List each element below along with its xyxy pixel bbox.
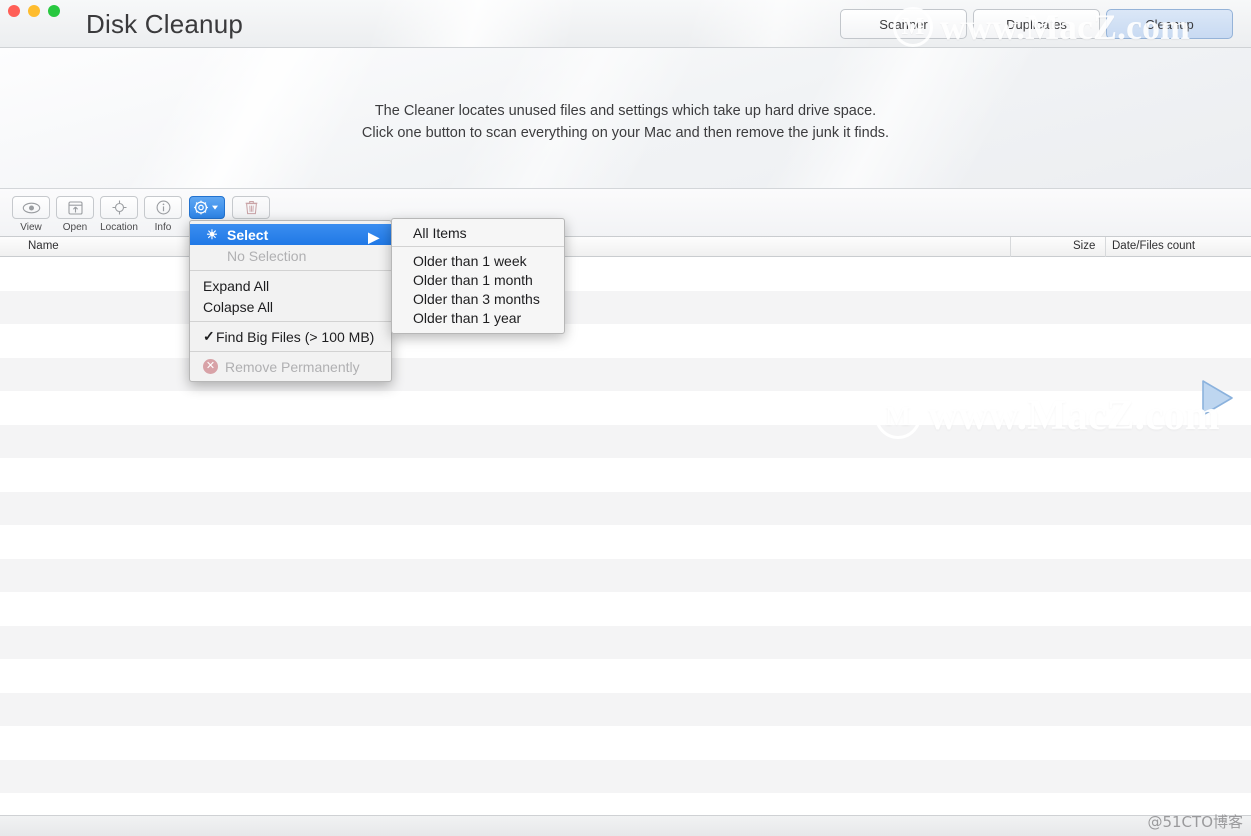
submenu-item-older-1-year-label: Older than 1 year	[413, 309, 522, 326]
hero-banner: The Cleaner locates unused files and set…	[0, 48, 1251, 189]
select-submenu: All Items Older than 1 week Older than 1…	[391, 218, 565, 334]
table-row[interactable]	[0, 659, 1251, 693]
gear-dropdown-icon	[194, 200, 218, 215]
menu-separator	[190, 321, 391, 322]
toolbar-button-open[interactable]: Open	[56, 196, 94, 233]
table-row[interactable]	[0, 324, 1251, 358]
open-window-icon-box	[56, 196, 94, 219]
table-header-row: Name Size Date/Files count	[0, 237, 1251, 257]
table-row[interactable]	[0, 491, 1251, 525]
submenu-item-all-items[interactable]: All Items	[392, 223, 564, 242]
submenu-item-older-1-year[interactable]: Older than 1 year	[392, 308, 564, 327]
mode-segmented-control: Scanner Duplicates Cleanup	[840, 9, 1233, 39]
traffic-light-buttons	[8, 5, 60, 17]
submenu-item-older-3-months[interactable]: Older than 3 months	[392, 289, 564, 308]
hero-line-2: Click one button to scan everything on y…	[361, 125, 890, 141]
close-button[interactable]	[8, 5, 20, 17]
hero-line-1: The Cleaner locates unused files and set…	[374, 103, 877, 119]
gear-icon-box	[189, 196, 225, 219]
table-row[interactable]	[0, 558, 1251, 592]
menu-item-collapse-all-label: Colapse All	[203, 298, 274, 315]
menu-separator	[190, 270, 391, 271]
toolbar-button-info[interactable]: Info	[144, 196, 182, 233]
toolbar-button-location[interactable]: Location	[100, 196, 138, 233]
crosshair-icon-box	[100, 196, 138, 219]
tab-cleanup[interactable]: Cleanup	[1106, 9, 1233, 39]
tab-duplicates[interactable]: Duplicates	[973, 9, 1100, 39]
eye-icon	[22, 202, 40, 213]
hero-description: The Cleaner locates unused files and set…	[0, 100, 1251, 144]
remove-x-icon: ✕	[203, 359, 218, 374]
info-icon-box	[144, 196, 182, 219]
bulb-icon: ☀	[206, 226, 218, 242]
submenu-item-older-3-months-label: Older than 3 months	[413, 290, 540, 307]
menu-item-remove-permanently-label: Remove Permanently	[225, 358, 360, 375]
submenu-item-all-items-label: All Items	[413, 224, 467, 241]
table-row[interactable]	[0, 424, 1251, 458]
menu-separator	[190, 351, 391, 352]
menu-item-no-selection: No Selection	[190, 245, 391, 266]
table-row[interactable]	[0, 692, 1251, 726]
gear-dropdown-menu: ☀ Select ▶ No Selection Expand All Colap…	[189, 220, 392, 382]
table-row[interactable]	[0, 290, 1251, 324]
table-row[interactable]	[0, 357, 1251, 391]
submenu-item-older-1-month-label: Older than 1 month	[413, 271, 533, 288]
toolbar-label-location: Location	[100, 222, 138, 233]
status-bar	[0, 815, 1251, 836]
toolbar-label-open: Open	[62, 222, 88, 233]
toolbar-label-info: Info	[154, 222, 172, 233]
menu-item-expand-all-label: Expand All	[203, 277, 270, 294]
disk-cleanup-window: Disk Cleanup Scanner Duplicates Cleanup …	[0, 0, 1251, 836]
submenu-item-older-1-week-label: Older than 1 week	[413, 252, 527, 269]
toolbar: View Open Location Info	[0, 189, 1251, 416]
column-divider-1[interactable]	[1010, 237, 1011, 257]
menu-item-expand-all[interactable]: Expand All	[190, 275, 391, 296]
table-row[interactable]	[0, 726, 1251, 760]
submenu-arrow-icon: ▶	[368, 229, 379, 245]
page-title: Disk Cleanup	[86, 9, 244, 39]
table-row[interactable]	[0, 525, 1251, 559]
toolbar-label-view: View	[20, 222, 42, 233]
trash-icon-box	[232, 196, 270, 219]
menu-item-collapse-all[interactable]: Colapse All	[190, 296, 391, 317]
checkmark-icon: ✓	[203, 328, 215, 344]
menu-item-select[interactable]: ☀ Select ▶	[190, 224, 391, 245]
table-row[interactable]	[0, 458, 1251, 492]
column-header-size[interactable]: Size	[1073, 240, 1095, 252]
open-window-icon	[67, 200, 83, 215]
menu-item-remove-permanently: ✕ Remove Permanently	[190, 356, 391, 377]
zoom-button[interactable]	[48, 5, 60, 17]
menu-item-find-big-files[interactable]: ✓ Find Big Files (> 100 MB)	[190, 326, 391, 347]
menu-item-no-selection-label: No Selection	[227, 247, 307, 264]
toolbar-button-view[interactable]: View	[12, 196, 50, 233]
tab-scanner[interactable]: Scanner	[840, 9, 967, 39]
table-row[interactable]	[0, 257, 1251, 291]
submenu-separator	[392, 246, 564, 247]
table-row[interactable]	[0, 759, 1251, 793]
crosshair-icon	[112, 200, 126, 215]
column-header-name[interactable]: Name	[28, 240, 59, 252]
eye-icon-box	[12, 196, 50, 219]
table-row[interactable]	[0, 625, 1251, 659]
table-row[interactable]	[0, 592, 1251, 626]
scan-play-button[interactable]	[1193, 375, 1239, 421]
column-divider-2[interactable]	[1105, 237, 1106, 257]
info-icon	[156, 200, 170, 215]
trash-icon	[245, 200, 257, 215]
menu-item-find-big-files-label: Find Big Files (> 100 MB)	[216, 328, 375, 345]
minimize-button[interactable]	[28, 5, 40, 17]
table-row[interactable]	[0, 391, 1251, 425]
file-list[interactable]	[0, 257, 1251, 827]
column-header-date[interactable]: Date/Files count	[1112, 240, 1195, 252]
submenu-item-older-1-month[interactable]: Older than 1 month	[392, 270, 564, 289]
menu-item-select-label: Select	[227, 226, 269, 243]
submenu-item-older-1-week[interactable]: Older than 1 week	[392, 251, 564, 270]
